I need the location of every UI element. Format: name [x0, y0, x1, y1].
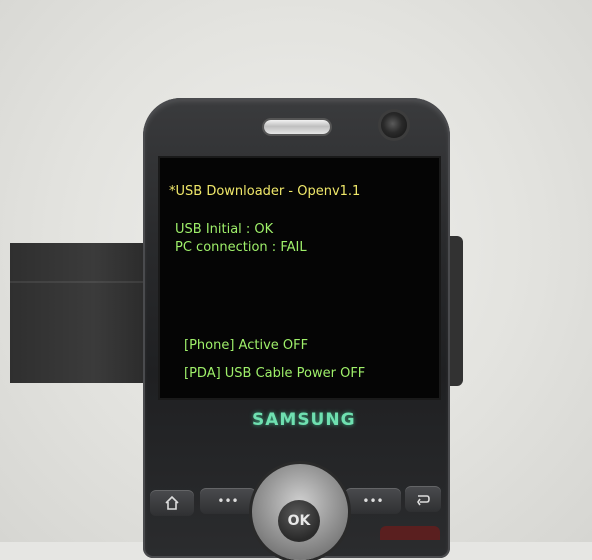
ok-button[interactable]: OK	[278, 500, 320, 542]
downloader-title: *USB Downloader - Openv1.1	[169, 184, 361, 199]
front-camera-icon	[381, 112, 407, 138]
end-call-key[interactable]	[380, 526, 440, 540]
right-soft-key[interactable]: •••	[345, 488, 401, 514]
brand-logo: SAMSUNG	[252, 410, 356, 430]
back-button[interactable]	[405, 486, 441, 512]
usb-initial-status: USB Initial : OK	[175, 222, 274, 237]
back-arrow-icon	[417, 495, 430, 506]
phone-screen: *USB Downloader - Openv1.1 USB Initial :…	[160, 158, 439, 398]
home-button[interactable]	[150, 490, 194, 516]
left-soft-key[interactable]: •••	[200, 488, 256, 514]
usb-cable	[10, 243, 150, 383]
pc-connection-status: PC connection : FAIL	[175, 240, 307, 255]
earpiece-speaker	[264, 120, 330, 134]
pda-cable-power-status: [PDA] USB Cable Power OFF	[184, 366, 366, 381]
phone-active-status: [Phone] Active OFF	[184, 338, 309, 353]
home-icon	[165, 495, 179, 510]
